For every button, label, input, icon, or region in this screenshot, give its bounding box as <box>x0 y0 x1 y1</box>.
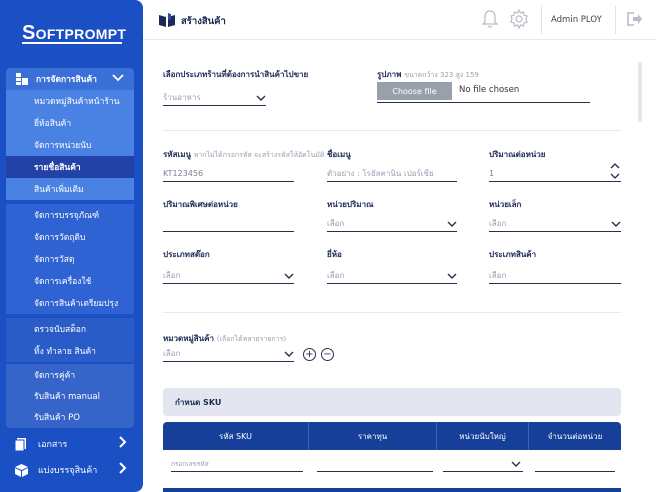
divider <box>163 130 621 131</box>
qty-unit-select[interactable]: เลือก <box>327 216 457 232</box>
sidebar-item-packaging[interactable]: จัดการบรรจุภัณฑ์ <box>6 204 134 226</box>
sidebar-item-partners[interactable]: จัดการคู่ค้า <box>6 364 134 386</box>
document-icon <box>14 437 28 451</box>
chevron-down-icon <box>511 461 521 467</box>
chevron-down-icon <box>447 273 457 279</box>
qty-per-unit-input[interactable]: 1 <box>489 166 621 182</box>
sku-column-code: รหัส SKU <box>163 422 309 450</box>
sku-code-input[interactable]: KT123456 <box>163 166 294 182</box>
remove-category-button[interactable]: − <box>321 348 334 361</box>
products-icon <box>14 72 30 86</box>
sidebar-section-product-management[interactable]: การจัดการสินค้า <box>6 68 134 90</box>
sidebar-item-brands[interactable]: ยี่ห้อสินค้า <box>6 112 134 134</box>
chevron-down-icon <box>447 221 457 227</box>
store-type-label: เลือกประเภทร้านที่ต้องการนำสินค้าไปขาย <box>163 70 309 79</box>
sidebar-item-receive-manual[interactable]: รับสินค้า manual <box>6 385 134 407</box>
sidebar-item-supplies[interactable]: จัดการวัสดุ <box>6 248 134 270</box>
small-unit-label: หน่วยเล็ก <box>489 200 522 209</box>
logout-icon[interactable] <box>627 12 643 26</box>
scrollbar[interactable] <box>638 62 642 122</box>
small-unit-select[interactable]: เลือก <box>489 216 621 232</box>
sidebar-item-documents[interactable]: เอกสาร <box>0 432 143 456</box>
top-bar: สร้างสินค้า Admin PLOY <box>143 0 656 40</box>
sku-column-cost: ราคาทุน <box>309 422 437 450</box>
chevron-down-icon <box>284 273 294 279</box>
add-category-button[interactable]: + <box>303 348 316 361</box>
table-row: กรอกเลขรหัส <box>163 450 621 476</box>
sidebar-group-stock: ตรวจนับสต็อก ทิ้ง ทำลาย สินค้า <box>6 318 134 362</box>
sku-cost-input[interactable] <box>317 456 433 472</box>
sku-table: รหัส SKU ราคาทุน หน่วยนับใหญ่ จำนวนต่อหน… <box>163 422 621 492</box>
gear-icon[interactable] <box>509 8 529 30</box>
bell-icon[interactable] <box>481 9 499 29</box>
sku-qty-per-unit-input[interactable] <box>535 456 615 472</box>
qty-unit-label: หน่วยปริมาณ <box>327 200 374 209</box>
sidebar-group-materials: จัดการบรรจุภัณฑ์ จัดการวัตถุดิบ จัดการวั… <box>6 204 134 314</box>
sidebar-section-label: การจัดการสินค้า <box>36 75 97 85</box>
special-qty-label: ปริมาณพิเศษต่อหน่วย <box>163 200 238 209</box>
chevron-down-icon <box>256 95 266 101</box>
sidebar-item-split-packaging-label: แบ่งบรรจุสินค้า <box>38 466 98 476</box>
sidebar-item-dispose-products[interactable]: ทิ้ง ทำลาย สินค้า <box>6 340 134 362</box>
image-label: รูปภาพ ขนาดกว้าง 323 สูง 159 <box>377 70 479 79</box>
menu-name-input[interactable]: ตัวอย่าง : โรยัลคานิน เปอร์เซีย <box>327 166 457 182</box>
stock-type-label: ประเภทสต๊อก <box>163 250 210 259</box>
sidebar-item-units[interactable]: จัดการหน่วยนับ <box>6 134 134 156</box>
divider <box>541 6 542 34</box>
sidebar-item-raw-materials[interactable]: จัดการวัตถุดิบ <box>6 226 134 248</box>
sidebar-item-product-list[interactable]: รายชื่อสินค้า <box>6 156 134 178</box>
sidebar-item-extra-products[interactable]: สินค้าเพิ่มเติม <box>6 178 134 200</box>
sidebar-item-split-packaging[interactable]: แบ่งบรรจุสินค้า <box>0 458 143 482</box>
sidebar-item-receive-po[interactable]: รับสินค้า PO <box>6 406 134 428</box>
file-status: No file chosen <box>459 85 520 95</box>
book-icon <box>159 13 175 27</box>
sku-big-unit-select[interactable] <box>443 456 523 472</box>
sku-table-footer <box>163 488 621 492</box>
stepper-icon[interactable] <box>610 162 620 180</box>
sidebar-group-catalog: หมวดหมู่สินค้าหน้าร้าน ยี่ห้อสินค้า จัดก… <box>6 90 134 200</box>
chevron-right-icon <box>119 462 127 478</box>
page-title: สร้างสินค้า <box>181 16 226 27</box>
user-name[interactable]: Admin PLOY <box>551 15 602 25</box>
brand-logo[interactable]: SOFTPROMPT <box>22 22 126 44</box>
sku-column-big-unit: หน่วยนับใหญ่ <box>437 422 529 450</box>
divider <box>377 102 590 103</box>
chevron-right-icon <box>119 436 127 452</box>
special-qty-input[interactable] <box>163 216 294 232</box>
sidebar-item-stock-count[interactable]: ตรวจนับสต็อก <box>6 318 134 340</box>
category-label: หมวดหมู่สินค้า (เลือกได้หลายรายการ) <box>163 334 287 343</box>
brand-select[interactable]: เลือก <box>327 268 457 284</box>
brand-label: ยี่ห้อ <box>327 250 342 259</box>
store-type-select[interactable]: ร้านอาหาร <box>163 90 266 106</box>
sidebar-item-store-category[interactable]: หมวดหมู่สินค้าหน้าร้าน <box>6 90 134 112</box>
stock-type-select[interactable]: เลือก <box>163 268 294 284</box>
chevron-down-icon <box>611 221 621 227</box>
chevron-down-icon <box>284 351 294 357</box>
divider <box>163 312 621 313</box>
sidebar-item-utensils[interactable]: จัดการเครื่องใช้ <box>6 270 134 292</box>
product-type-select[interactable]: เลือก <box>489 268 621 284</box>
chevron-down-icon <box>112 73 126 85</box>
menu-name-label: ชื่อเมนู <box>327 150 351 159</box>
sku-section-header: กำหนด SKU <box>163 388 621 416</box>
qty-per-unit-label: ปริมาณต่อหน่วย <box>489 150 546 159</box>
sku-code-label: รหัสเมนู หากไม่ได้กรอกรหัส จะสร้างรหัสให… <box>163 150 325 159</box>
sku-table-header: รหัส SKU ราคาทุน หน่วยนับใหญ่ จำนวนต่อหน… <box>163 422 621 450</box>
category-select[interactable]: เลือก <box>163 346 294 362</box>
sidebar-group-receiving: จัดการคู่ค้า รับสินค้า manual รับสินค้า … <box>6 364 134 428</box>
divider <box>615 6 616 34</box>
sku-code-row-input[interactable]: กรอกเลขรหัส <box>171 456 303 472</box>
box-icon <box>14 463 28 477</box>
sidebar-item-documents-label: เอกสาร <box>38 440 68 450</box>
sidebar: SOFTPROMPT การจัดการสินค้า หมวดหมู่สินค้… <box>0 0 143 492</box>
create-product-form: เลือกประเภทร้านที่ต้องการนำสินค้าไปขาย ร… <box>143 40 656 492</box>
choose-file-button[interactable]: Choose file <box>377 82 452 100</box>
sidebar-item-prep-products[interactable]: จัดการสินค้าเตรียมปรุง <box>6 292 134 314</box>
product-type-label: ประเภทสินค้า <box>489 250 537 259</box>
sku-column-qty-per-unit: จำนวนต่อหน่วย <box>547 431 603 441</box>
